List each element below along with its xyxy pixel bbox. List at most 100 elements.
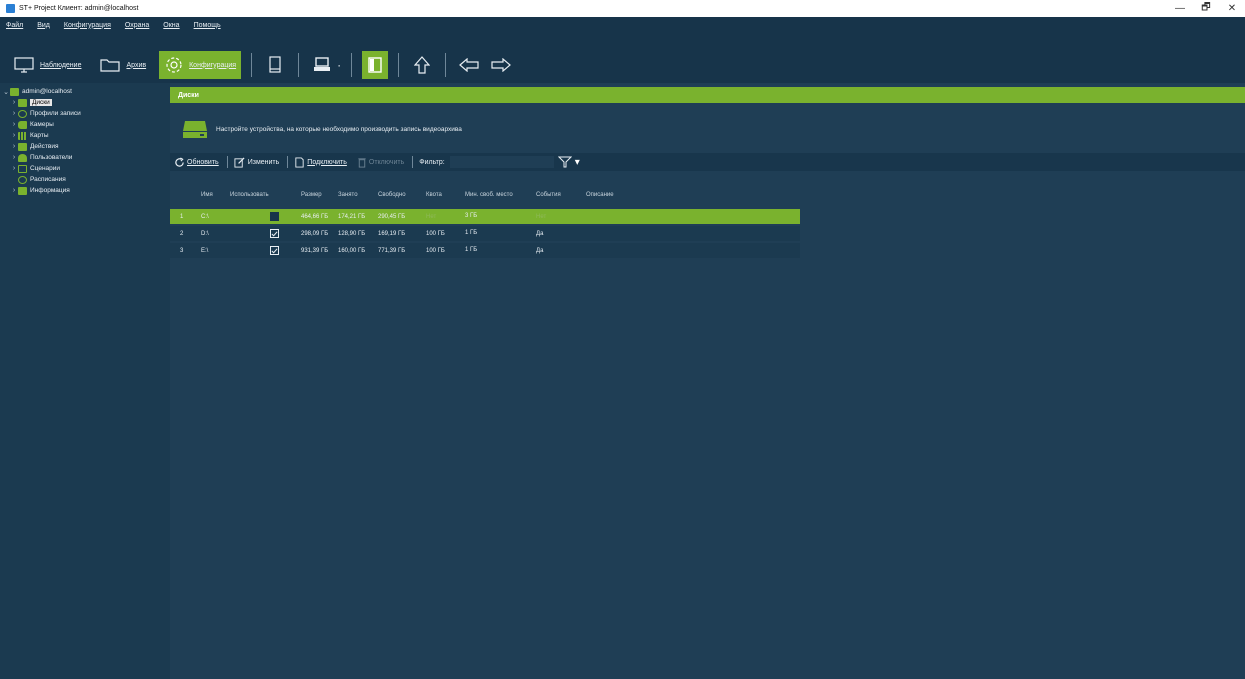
menu-security[interactable]: Охрана: [125, 22, 149, 29]
col-events[interactable]: События: [536, 192, 586, 198]
tree-item-users[interactable]: › Пользователи: [0, 152, 170, 163]
cell-num: 3: [180, 247, 184, 254]
edit-icon: [234, 156, 245, 168]
col-name[interactable]: Имя: [201, 192, 230, 198]
col-use[interactable]: Использовать: [230, 192, 301, 198]
tree-item-maps[interactable]: › Карты: [0, 130, 170, 141]
tree-item-label: Профили записи: [30, 110, 81, 117]
monitoring-label: Наблюдение: [40, 61, 82, 69]
table-header: Имя Использовать Размер Занято Свободно …: [170, 183, 800, 207]
disk-icon: [18, 98, 27, 107]
chevron-right-icon[interactable]: ›: [10, 132, 18, 139]
monitor-icon: [14, 57, 34, 73]
cell-quota: 100 ГБ: [426, 230, 445, 237]
menu-windows[interactable]: Окна: [163, 22, 179, 29]
workstation-dropdown-icon[interactable]: ·: [337, 58, 341, 72]
chevron-right-icon[interactable]: ›: [10, 154, 18, 161]
close-button[interactable]: ✕: [1219, 0, 1245, 17]
edit-button[interactable]: Изменить: [234, 156, 279, 168]
actions-icon: [18, 142, 27, 151]
camera-icon: [18, 120, 27, 129]
cell-num: 2: [180, 230, 184, 237]
tree-item-information[interactable]: › Информация: [0, 185, 170, 196]
configuration-button[interactable]: Конфигурация: [159, 51, 242, 79]
table-row[interactable]: 2 D:\ 298,09 ГБ 128,90 ГБ 169,19 ГБ 100 …: [170, 226, 800, 241]
tree-item-record-profiles[interactable]: › Профили записи: [0, 108, 170, 119]
chevron-down-icon[interactable]: ⌄: [2, 88, 10, 96]
filter-dropdown-icon[interactable]: ▾: [575, 157, 580, 168]
disconnect-label: Отключить: [368, 158, 405, 166]
chevron-right-icon[interactable]: ›: [10, 143, 18, 150]
connect-button[interactable]: Подключить: [294, 156, 347, 168]
cell-quota: Нет: [426, 213, 437, 220]
toolbar-separator: [445, 53, 447, 77]
archive-label: Архив: [126, 61, 147, 69]
workstation-button[interactable]: [309, 51, 335, 79]
tree-item-label: Камеры: [30, 121, 54, 128]
chevron-right-icon[interactable]: ›: [10, 187, 18, 194]
filter-icon[interactable]: [557, 156, 572, 168]
table-row[interactable]: 3 E:\ 931,39 ГБ 160,00 ГБ 771,39 ГБ 100 …: [170, 243, 800, 258]
checkmark-icon: [271, 247, 278, 254]
tree-item-scenarios[interactable]: › Сценарии: [0, 163, 170, 174]
action-separator: [412, 156, 414, 168]
col-free[interactable]: Свободно: [378, 192, 426, 198]
layout-single-button[interactable]: [262, 51, 288, 79]
tree-item-schedules[interactable]: Расписания: [0, 174, 170, 185]
forward-button[interactable]: [488, 51, 514, 79]
monitoring-button[interactable]: Наблюдение: [8, 51, 86, 79]
archive-button[interactable]: Архив: [94, 51, 151, 79]
tree-item-label: Информация: [30, 187, 70, 194]
map-icon: [18, 131, 27, 140]
minimize-button[interactable]: —: [1167, 0, 1193, 17]
cell-used: 160,00 ГБ: [338, 247, 366, 254]
col-used[interactable]: Занято: [338, 192, 378, 198]
menu-help[interactable]: Помощь: [194, 22, 221, 29]
trash-icon: [358, 157, 366, 168]
col-description[interactable]: Описание: [586, 192, 646, 198]
restore-button[interactable]: 🗗: [1193, 0, 1219, 17]
cell-use: [230, 246, 301, 255]
refresh-button[interactable]: Обновить: [174, 156, 219, 168]
tree-item-cameras[interactable]: › Камеры: [0, 119, 170, 130]
menu-view[interactable]: Вид: [37, 22, 50, 29]
chevron-right-icon[interactable]: ›: [10, 99, 18, 106]
tree-root[interactable]: ⌄ admin@localhost: [0, 86, 170, 97]
col-min-free[interactable]: Мин. своб. место: [465, 192, 515, 199]
back-button[interactable]: [456, 51, 482, 79]
config-tree: ⌄ admin@localhost › Диски › Профили запи…: [0, 83, 170, 679]
tree-item-label: Карты: [30, 132, 49, 139]
filter-input[interactable]: [449, 156, 554, 168]
table-row[interactable]: 1 C:\ 464,66 ГБ 174,21 ГБ 290,45 ГБ Нет …: [170, 209, 800, 224]
chevron-right-icon[interactable]: ›: [10, 110, 18, 117]
cell-size: 931,39 ГБ: [301, 247, 329, 254]
tree-item-label: Диски: [30, 99, 52, 106]
tree-item-actions[interactable]: › Действия: [0, 141, 170, 152]
cell-quota: 100 ГБ: [426, 247, 445, 254]
cell-use: [230, 212, 301, 221]
action-separator: [226, 156, 228, 168]
action-separator: [287, 156, 289, 168]
chevron-right-icon[interactable]: ›: [10, 165, 18, 172]
use-checkbox[interactable]: [270, 246, 279, 255]
up-button[interactable]: [409, 51, 435, 79]
tree-item-label: Пользователи: [30, 154, 73, 161]
main-toolbar: Наблюдение Архив Конфигурация ·: [0, 47, 1245, 83]
cell-size: 298,09 ГБ: [301, 230, 329, 237]
menu-configuration[interactable]: Конфигурация: [64, 22, 111, 29]
tree-root-label: admin@localhost: [22, 88, 72, 95]
col-size[interactable]: Размер: [301, 192, 338, 198]
panel-toggle-button[interactable]: [362, 51, 389, 79]
chevron-right-icon[interactable]: ›: [10, 121, 18, 128]
menu-bar: Файл Вид Конфигурация Охрана Окна Помощь: [0, 17, 1245, 33]
page-title: Диски: [170, 87, 1245, 103]
col-quota[interactable]: Квота: [426, 192, 465, 198]
use-checkbox[interactable]: [270, 229, 279, 238]
menu-file[interactable]: Файл: [6, 22, 23, 29]
use-checkbox[interactable]: [270, 212, 279, 221]
tree-item-disks[interactable]: › Диски: [0, 97, 170, 108]
cell-used: 174,21 ГБ: [338, 213, 366, 220]
disconnect-button[interactable]: Отключить: [357, 157, 404, 168]
folder-icon: [100, 59, 121, 72]
schedule-icon: [18, 175, 27, 184]
